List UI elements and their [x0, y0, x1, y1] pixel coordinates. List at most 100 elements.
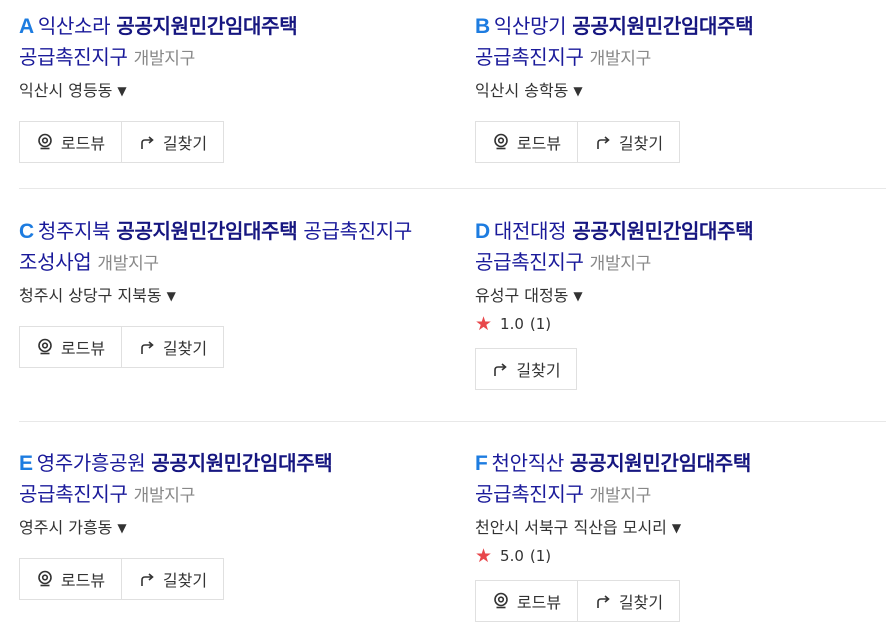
rating[interactable]: ★ 5.0 (1)	[475, 546, 885, 566]
address-text: 익산시 영등동	[19, 81, 113, 100]
directions-arrow-icon	[491, 360, 509, 378]
result-title[interactable]: D 대전대정 공공지원민간임대주택 공급촉진지구 개발지구	[475, 216, 885, 279]
result-keyword: 공공지원민간임대주택	[116, 219, 298, 243]
action-buttons: 로드뷰 길찾기	[475, 580, 885, 622]
result-suffix: 공급촉진지구	[19, 45, 128, 69]
result-name: 대전대정	[493, 219, 567, 243]
directions-button[interactable]: 길찾기	[122, 326, 224, 368]
directions-button[interactable]: 길찾기	[475, 348, 577, 390]
review-count: (1)	[529, 547, 552, 565]
directions-arrow-icon	[138, 338, 156, 356]
caret-down-icon[interactable]: ▼	[672, 521, 681, 535]
directions-arrow-icon	[594, 133, 612, 151]
result-suffix: 공급촉진지구	[19, 482, 128, 506]
roadview-camera-icon	[36, 338, 54, 356]
result-suffix: 공급촉진지구	[475, 250, 584, 274]
star-icon: ★	[475, 545, 493, 567]
caret-down-icon[interactable]: ▼	[167, 289, 176, 303]
result-card-b: B 익산망기 공공지원민간임대주택 공급촉진지구 개발지구 익산시 송학동 ▼ 로드뷰…	[475, 11, 885, 163]
result-category: 개발지구	[589, 49, 652, 69]
directions-button[interactable]: 길찾기	[578, 121, 680, 163]
result-title[interactable]: E 영주가흥공원 공공지원민간임대주택 공급촉진지구 개발지구	[19, 448, 429, 511]
roadview-camera-icon	[36, 570, 54, 588]
caret-down-icon[interactable]: ▼	[573, 289, 582, 303]
result-name: 천안직산	[491, 451, 565, 475]
result-address[interactable]: 청주시 상당구 지북동 ▼	[19, 285, 429, 307]
result-marker-letter: B	[475, 15, 490, 38]
result-card-e: E 영주가흥공원 공공지원민간임대주택 공급촉진지구 개발지구 영주시 가흥동 ▼ 로…	[19, 448, 429, 600]
result-marker-letter: E	[19, 452, 33, 475]
result-marker-letter: A	[19, 15, 34, 38]
result-card-d: D 대전대정 공공지원민간임대주택 공급촉진지구 개발지구 유성구 대정동 ▼ ★ 1.…	[475, 216, 885, 390]
result-address[interactable]: 영주시 가흥동 ▼	[19, 517, 429, 539]
roadview-label: 로드뷰	[60, 571, 106, 590]
directions-label: 길찾기	[162, 339, 208, 358]
result-marker-letter: C	[19, 220, 34, 243]
action-buttons: 길찾기	[475, 348, 885, 390]
rating[interactable]: ★ 1.0 (1)	[475, 314, 885, 334]
result-suffix: 공급촉진지구	[475, 45, 584, 69]
address-text: 영주시 가흥동	[19, 518, 113, 537]
result-title[interactable]: A 익산소라 공공지원민간임대주택 공급촉진지구 개발지구	[19, 11, 429, 74]
result-name: 익산소라	[37, 14, 111, 38]
action-buttons: 로드뷰 길찾기	[19, 558, 429, 600]
roadview-camera-icon	[492, 133, 510, 151]
directions-button[interactable]: 길찾기	[122, 121, 224, 163]
star-icon: ★	[475, 313, 493, 335]
roadview-button[interactable]: 로드뷰	[475, 121, 578, 163]
roadview-label: 로드뷰	[60, 134, 106, 153]
result-name: 청주지북	[37, 219, 111, 243]
result-address[interactable]: 익산시 송학동 ▼	[475, 80, 885, 102]
result-keyword: 공공지원민간임대주택	[151, 451, 333, 475]
result-suffix: 공급촉진지구	[475, 482, 584, 506]
result-category: 개발지구	[97, 254, 159, 274]
result-address[interactable]: 천안시 서북구 직산읍 모시리 ▼	[475, 517, 885, 539]
address-text: 유성구 대정동	[475, 286, 569, 305]
row-divider	[19, 421, 886, 422]
caret-down-icon[interactable]: ▼	[117, 521, 126, 535]
result-category: 개발지구	[589, 254, 652, 274]
result-marker-letter: F	[475, 452, 488, 475]
roadview-button[interactable]: 로드뷰	[19, 326, 122, 368]
result-title[interactable]: B 익산망기 공공지원민간임대주택 공급촉진지구 개발지구	[475, 11, 885, 74]
result-card-a: A 익산소라 공공지원민간임대주택 공급촉진지구 개발지구 익산시 영등동 ▼ 로드뷰…	[19, 11, 429, 163]
result-card-f: F 천안직산 공공지원민간임대주택 공급촉진지구 개발지구 천안시 서북구 직산읍 …	[475, 448, 885, 622]
directions-arrow-icon	[594, 592, 612, 610]
result-card-c: C 청주지북 공공지원민간임대주택 공급촉진지구 조성사업 개발지구 청주시 상당구…	[19, 216, 429, 368]
roadview-camera-icon	[492, 592, 510, 610]
directions-arrow-icon	[138, 570, 156, 588]
result-title[interactable]: F 천안직산 공공지원민간임대주택 공급촉진지구 개발지구	[475, 448, 885, 511]
roadview-button[interactable]: 로드뷰	[19, 121, 122, 163]
directions-label: 길찾기	[618, 134, 664, 153]
directions-label: 길찾기	[618, 593, 664, 612]
action-buttons: 로드뷰 길찾기	[19, 121, 429, 163]
result-name: 익산망기	[493, 14, 567, 38]
result-category: 개발지구	[133, 49, 196, 69]
rating-score: 5.0	[500, 547, 524, 565]
directions-label: 길찾기	[162, 571, 208, 590]
rating-score: 1.0	[500, 315, 524, 333]
result-category: 개발지구	[589, 486, 652, 506]
result-title[interactable]: C 청주지북 공공지원민간임대주택 공급촉진지구 조성사업 개발지구	[19, 216, 429, 279]
roadview-label: 로드뷰	[60, 339, 106, 358]
address-text: 천안시 서북구 직산읍 모시리	[475, 518, 667, 537]
result-address[interactable]: 유성구 대정동 ▼	[475, 285, 885, 307]
result-keyword: 공공지원민간임대주택	[570, 451, 751, 475]
directions-button[interactable]: 길찾기	[122, 558, 224, 600]
result-category: 개발지구	[133, 486, 196, 506]
caret-down-icon[interactable]: ▼	[117, 84, 126, 98]
row-divider	[19, 188, 886, 189]
directions-label: 길찾기	[516, 361, 561, 380]
result-address[interactable]: 익산시 영등동 ▼	[19, 80, 429, 102]
caret-down-icon[interactable]: ▼	[573, 84, 582, 98]
result-marker-letter: D	[475, 220, 490, 243]
address-text: 익산시 송학동	[475, 81, 569, 100]
result-keyword: 공공지원민간임대주택	[572, 14, 754, 38]
directions-label: 길찾기	[162, 134, 208, 153]
roadview-button[interactable]: 로드뷰	[475, 580, 578, 622]
roadview-label: 로드뷰	[516, 134, 562, 153]
roadview-button[interactable]: 로드뷰	[19, 558, 122, 600]
directions-button[interactable]: 길찾기	[578, 580, 680, 622]
action-buttons: 로드뷰 길찾기	[19, 326, 429, 368]
action-buttons: 로드뷰 길찾기	[475, 121, 885, 163]
